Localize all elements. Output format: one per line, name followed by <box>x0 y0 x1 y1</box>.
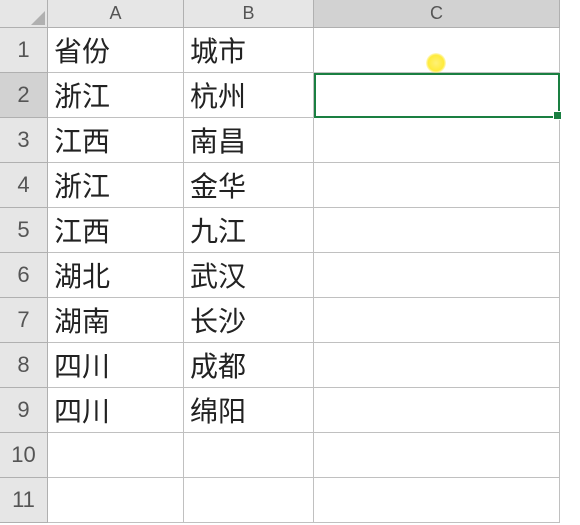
cell-b7[interactable]: 长沙 <box>184 298 314 343</box>
cell-a7[interactable]: 湖南 <box>48 298 184 343</box>
cell-c8[interactable] <box>314 343 560 388</box>
cell-b11[interactable] <box>184 478 314 523</box>
cell-c2[interactable] <box>314 73 560 118</box>
cell-b6[interactable]: 武汉 <box>184 253 314 298</box>
column-header-b[interactable]: B <box>184 0 314 28</box>
row-header-5[interactable]: 5 <box>0 208 48 253</box>
row-header-1[interactable]: 1 <box>0 28 48 73</box>
select-all-icon <box>31 11 45 25</box>
row-header-10[interactable]: 10 <box>0 433 48 478</box>
spreadsheet-grid: A B C 1 省份 城市 2 浙江 杭州 3 江西 南昌 4 浙江 金华 5 … <box>0 0 580 523</box>
row-header-8[interactable]: 8 <box>0 343 48 388</box>
cell-c10[interactable] <box>314 433 560 478</box>
cell-b4[interactable]: 金华 <box>184 163 314 208</box>
cell-c4[interactable] <box>314 163 560 208</box>
cell-a5[interactable]: 江西 <box>48 208 184 253</box>
cell-a2[interactable]: 浙江 <box>48 73 184 118</box>
row-header-6[interactable]: 6 <box>0 253 48 298</box>
cell-c5[interactable] <box>314 208 560 253</box>
cell-a3[interactable]: 江西 <box>48 118 184 163</box>
cell-b9[interactable]: 绵阳 <box>184 388 314 433</box>
row-header-11[interactable]: 11 <box>0 478 48 523</box>
cell-a1[interactable]: 省份 <box>48 28 184 73</box>
row-header-2[interactable]: 2 <box>0 73 48 118</box>
cell-b1[interactable]: 城市 <box>184 28 314 73</box>
cell-a10[interactable] <box>48 433 184 478</box>
cell-a8[interactable]: 四川 <box>48 343 184 388</box>
cell-b10[interactable] <box>184 433 314 478</box>
row-header-7[interactable]: 7 <box>0 298 48 343</box>
cell-c11[interactable] <box>314 478 560 523</box>
cell-a6[interactable]: 湖北 <box>48 253 184 298</box>
cell-b3[interactable]: 南昌 <box>184 118 314 163</box>
cell-c1[interactable] <box>314 28 560 73</box>
select-all-corner[interactable] <box>0 0 48 28</box>
cell-b2[interactable]: 杭州 <box>184 73 314 118</box>
cell-a9[interactable]: 四川 <box>48 388 184 433</box>
row-header-3[interactable]: 3 <box>0 118 48 163</box>
row-header-9[interactable]: 9 <box>0 388 48 433</box>
cell-b8[interactable]: 成都 <box>184 343 314 388</box>
cell-a11[interactable] <box>48 478 184 523</box>
cell-c9[interactable] <box>314 388 560 433</box>
cell-c7[interactable] <box>314 298 560 343</box>
cell-b5[interactable]: 九江 <box>184 208 314 253</box>
column-header-c[interactable]: C <box>314 0 560 28</box>
cell-c6[interactable] <box>314 253 560 298</box>
cell-a4[interactable]: 浙江 <box>48 163 184 208</box>
row-header-4[interactable]: 4 <box>0 163 48 208</box>
column-header-a[interactable]: A <box>48 0 184 28</box>
cell-c3[interactable] <box>314 118 560 163</box>
